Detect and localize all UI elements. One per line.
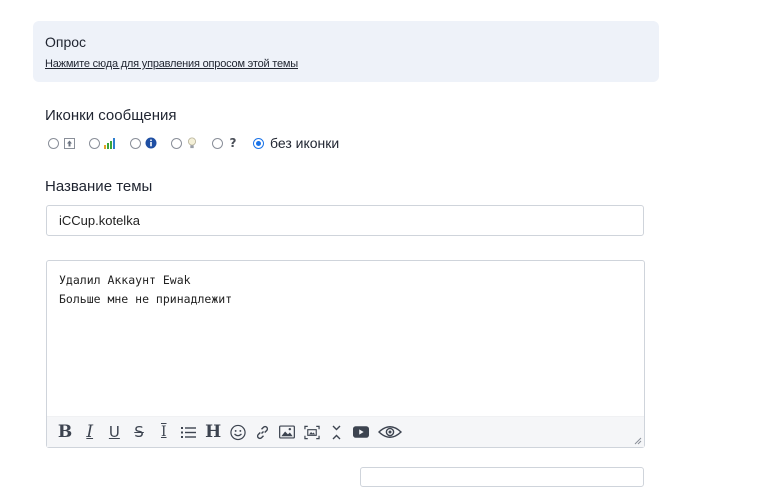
no-icon-label: без иконки — [270, 135, 340, 151]
partial-field[interactable] — [360, 467, 644, 487]
topic-title-label: Название темы — [45, 178, 153, 195]
link-button[interactable] — [255, 423, 271, 441]
message-editor[interactable]: Удалил Аккаунт Ewak Больше мне не принад… — [46, 260, 645, 448]
info-icon — [145, 137, 157, 149]
text-cursor-icon: I — [160, 424, 167, 440]
poll-panel: Опрос Нажмите сюда для управления опросо… — [33, 21, 659, 82]
video-button[interactable] — [353, 423, 370, 441]
strikethrough-icon: S — [134, 422, 144, 441]
icon-radio-lightbulb[interactable] — [171, 137, 182, 149]
screenshot-icon — [304, 425, 320, 439]
manage-poll-link[interactable]: Нажмите сюда для управления опросом этой… — [45, 58, 298, 70]
list-icon — [180, 426, 196, 438]
heading-icon: H — [205, 421, 222, 442]
link-icon — [257, 425, 268, 439]
icon-radio-chart[interactable] — [89, 137, 100, 149]
preview-button[interactable] — [377, 423, 402, 441]
lightbulb-icon — [186, 137, 198, 149]
smiley-icon — [230, 424, 246, 440]
resize-handle-icon[interactable] — [634, 437, 642, 445]
question-icon: ? — [229, 136, 237, 150]
editor-toolbar: B I U S I H — [47, 416, 644, 447]
icon-radio-question[interactable] — [212, 137, 223, 149]
icon-radio-info[interactable] — [130, 137, 141, 149]
message-icons-label: Иконки сообщения — [45, 107, 177, 124]
icon-radio-arrow[interactable] — [48, 137, 59, 149]
image-button[interactable] — [279, 423, 296, 441]
bold-icon: B — [57, 421, 73, 442]
bar-chart-icon — [104, 137, 116, 149]
icon-radio-none[interactable] — [253, 137, 264, 149]
italic-icon: I — [86, 421, 94, 442]
image-icon — [279, 425, 296, 439]
collapse-icon — [332, 425, 341, 439]
strikethrough-button[interactable]: S — [131, 423, 147, 441]
message-text[interactable]: Удалил Аккаунт Ewak Больше мне не принад… — [59, 271, 232, 309]
spoiler-button[interactable] — [329, 423, 345, 441]
emoji-button[interactable] — [230, 423, 246, 441]
screenshot-button[interactable] — [304, 423, 320, 441]
list-button[interactable] — [180, 423, 196, 441]
message-icons-group: ? без иконки — [48, 133, 339, 153]
text-cursor-button[interactable]: I — [156, 423, 172, 441]
video-icon — [353, 426, 370, 438]
underline-button[interactable]: U — [106, 423, 122, 441]
bold-button[interactable]: B — [57, 423, 73, 441]
topic-title-input[interactable] — [46, 205, 644, 236]
italic-button[interactable]: I — [82, 423, 98, 441]
eye-icon — [377, 426, 402, 438]
underline-icon: U — [108, 422, 120, 441]
poll-title: Опрос — [45, 34, 87, 50]
heading-button[interactable]: H — [205, 423, 221, 441]
arrow-up-box-icon — [63, 137, 75, 149]
